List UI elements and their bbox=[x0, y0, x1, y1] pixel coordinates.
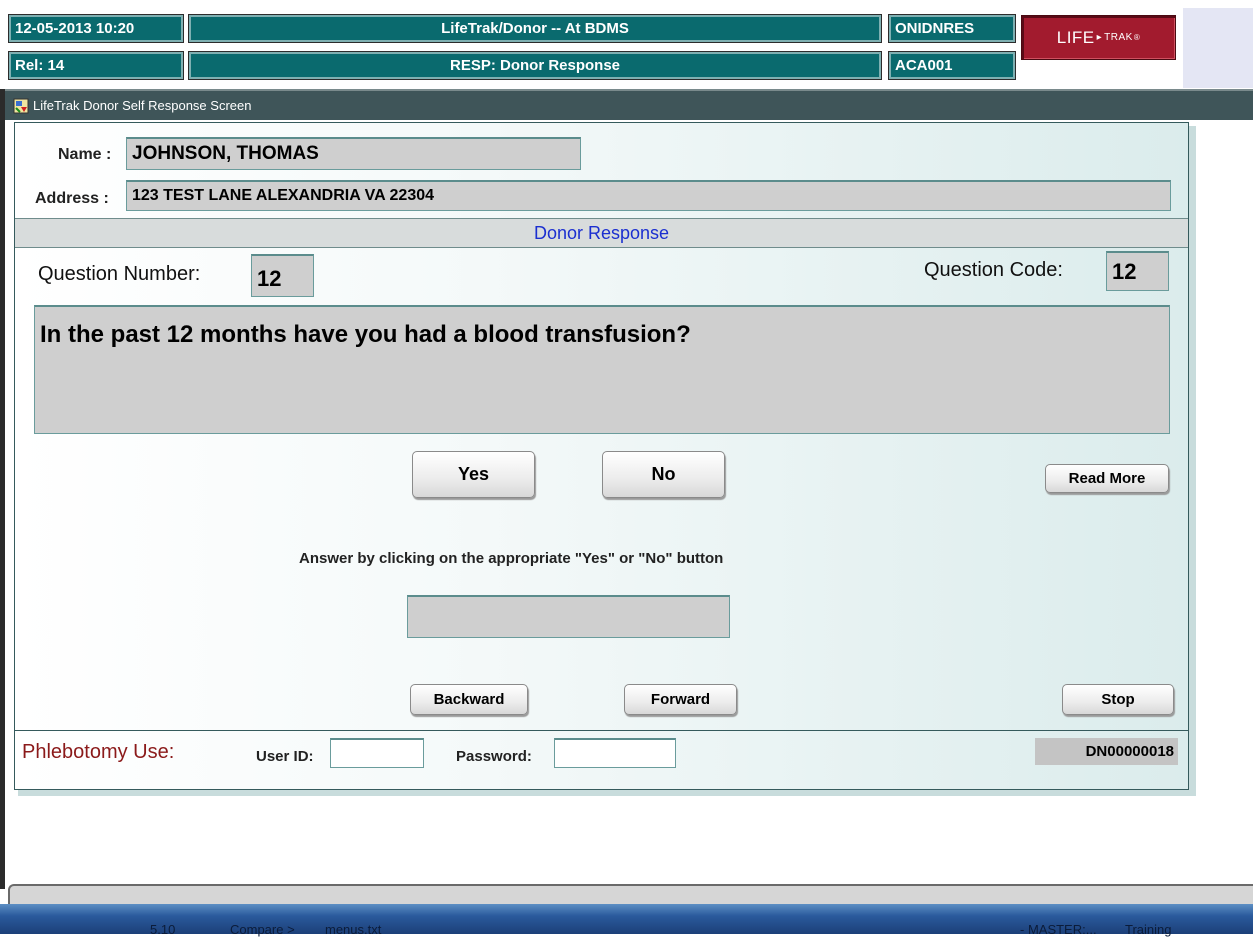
window-title: LifeTrak Donor Self Response Screen bbox=[33, 98, 252, 113]
donor-number-display: DN00000018 bbox=[1035, 738, 1178, 765]
password-label: Password: bbox=[456, 748, 532, 765]
header-release: Rel: 14 bbox=[8, 51, 184, 80]
phlebotomy-divider bbox=[15, 730, 1188, 731]
app-window-icon bbox=[13, 98, 29, 114]
window-left-border bbox=[0, 89, 5, 889]
taskbar-item[interactable]: Training bbox=[1125, 922, 1171, 937]
header-app-title: LifeTrak/Donor -- At BDMS bbox=[188, 14, 882, 43]
header-datetime: 12-05-2013 10:20 bbox=[8, 14, 184, 43]
answer-instructions: Answer by clicking on the appropriate "Y… bbox=[299, 550, 724, 567]
logo-registered-mark: ® bbox=[1133, 33, 1141, 42]
window-bottom-frame bbox=[8, 884, 1253, 904]
question-text-box: In the past 12 months have you had a blo… bbox=[34, 305, 1170, 434]
donor-address-field[interactable]: 123 TEST LANE ALEXANDRIA VA 22304 bbox=[126, 180, 1171, 211]
window-title-bar: LifeTrak Donor Self Response Screen bbox=[5, 89, 1253, 120]
header-program-code: ONIDNRES bbox=[888, 14, 1016, 43]
stop-button[interactable]: Stop bbox=[1062, 684, 1174, 715]
taskbar-item[interactable]: 5.10 bbox=[150, 922, 175, 937]
question-number-field: 12 bbox=[251, 254, 314, 297]
taskbar-item[interactable]: - MASTER:... bbox=[1020, 922, 1097, 937]
question-code-label: Question Code: bbox=[924, 259, 1063, 281]
answer-display-field bbox=[407, 595, 730, 638]
header-location-code: ACA001 bbox=[888, 51, 1016, 80]
question-number-label: Question Number: bbox=[38, 263, 201, 285]
taskbar-item[interactable]: menus.txt bbox=[325, 922, 381, 937]
backward-button[interactable]: Backward bbox=[410, 684, 528, 715]
read-more-button[interactable]: Read More bbox=[1045, 464, 1169, 493]
name-label: Name : bbox=[58, 146, 112, 163]
header-screen-title: RESP: Donor Response bbox=[188, 51, 882, 80]
taskbar-item[interactable]: Compare > bbox=[230, 922, 295, 937]
user-id-input[interactable] bbox=[330, 738, 424, 768]
donor-name-field[interactable]: JOHNSON, THOMAS bbox=[126, 137, 581, 170]
address-label: Address : bbox=[35, 190, 109, 207]
logo-arrow-icon: ▸ bbox=[1096, 32, 1103, 43]
form-shadow-bottom bbox=[18, 790, 1196, 796]
yes-button[interactable]: Yes bbox=[412, 451, 535, 498]
phlebotomy-use-label: Phlebotomy Use: bbox=[22, 741, 175, 763]
no-button[interactable]: No bbox=[602, 451, 725, 498]
top-right-panel bbox=[1183, 8, 1253, 88]
logo-main-text: LIFE bbox=[1056, 27, 1095, 47]
donor-response-section-header: Donor Response bbox=[15, 218, 1188, 248]
logo-sub-text: TRAK bbox=[1104, 32, 1133, 43]
user-id-label: User ID: bbox=[256, 748, 314, 765]
forward-button[interactable]: Forward bbox=[624, 684, 737, 715]
form-shadow-right bbox=[1189, 126, 1196, 790]
lifetrak-logo: LIFE ▸ TRAK ® bbox=[1021, 15, 1176, 60]
question-code-field: 12 bbox=[1106, 251, 1169, 291]
password-input[interactable] bbox=[554, 738, 676, 768]
